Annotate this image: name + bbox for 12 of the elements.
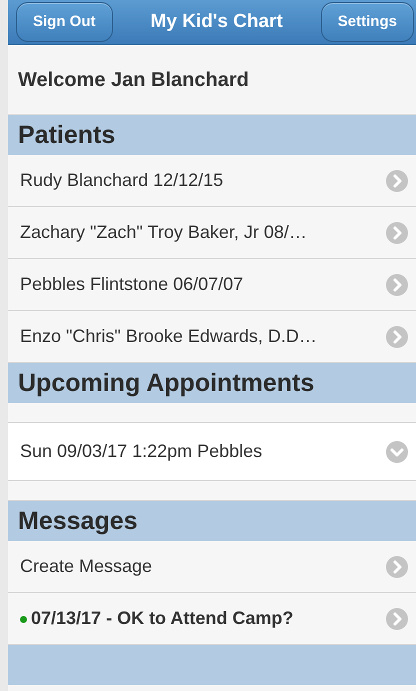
chevron-right-icon bbox=[386, 274, 408, 296]
chevron-right-icon bbox=[386, 326, 408, 348]
app-title: My Kid's Chart bbox=[150, 10, 283, 34]
chevron-down-icon bbox=[386, 440, 408, 462]
list-item[interactable]: Sun 09/03/17 1:22pm Pebbles bbox=[8, 423, 416, 481]
section-header: Upcoming Appointments bbox=[8, 363, 416, 403]
chevron-right-icon bbox=[386, 608, 408, 630]
section-header: Messages bbox=[8, 501, 416, 541]
chevron-right-icon bbox=[386, 170, 408, 192]
chevron-right-icon bbox=[386, 556, 408, 578]
chevron-right-icon bbox=[386, 222, 408, 244]
section-header: Patients bbox=[8, 115, 416, 155]
